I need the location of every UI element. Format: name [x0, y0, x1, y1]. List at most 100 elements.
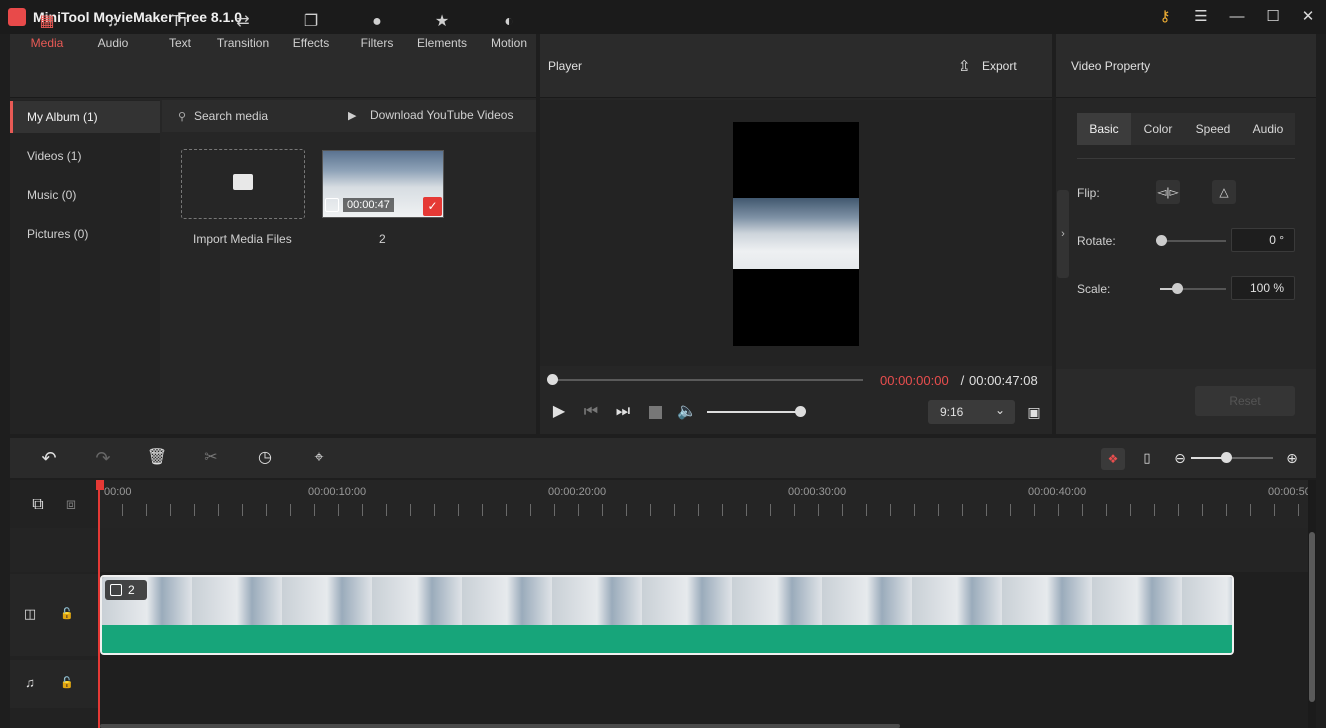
flip-label: Flip:	[1077, 186, 1100, 200]
export-button[interactable]: Export	[982, 59, 1017, 73]
scale-handle[interactable]	[1172, 283, 1183, 294]
search-input[interactable]: Search media	[194, 109, 268, 123]
redo-icon[interactable]: ↷	[91, 447, 115, 469]
clip-duration: 00:00:47	[343, 198, 394, 212]
divider	[1077, 158, 1295, 159]
sidebar-item-pictures[interactable]: Pictures (0)	[10, 218, 160, 250]
filters-icon: ●	[372, 13, 382, 30]
tab-text[interactable]: Tт Text	[155, 0, 205, 64]
text-icon: Tт	[171, 13, 189, 30]
volume-slider[interactable]	[707, 411, 801, 413]
video-frame-image	[733, 198, 859, 269]
tab-text-label: Text	[168, 36, 191, 50]
volume-icon[interactable]: 🔈	[675, 401, 699, 423]
tab-elements[interactable]: ★ Elements	[414, 0, 470, 64]
undo-icon[interactable]: ↶	[37, 447, 61, 469]
tab-effects-label: Effects	[292, 36, 330, 50]
sidebar-item-music[interactable]: Music (0)	[10, 179, 160, 211]
zoom-in-icon[interactable]: ⊕	[1280, 447, 1304, 469]
chevron-down-icon: ⌄	[995, 403, 1006, 417]
tab-elements-label: Elements	[416, 36, 468, 50]
tab-basic[interactable]: Basic	[1077, 113, 1131, 145]
video-clip[interactable]: 2	[100, 575, 1234, 655]
total-time: 00:00:47:08	[969, 373, 1038, 388]
timeline-scrollbar-thumb[interactable]	[1309, 532, 1315, 702]
flip-vertical-icon[interactable]: △	[1212, 180, 1236, 204]
rotate-label: Rotate:	[1077, 234, 1116, 248]
rotate-input[interactable]: 0 °	[1231, 228, 1295, 252]
ruler-label: 00:00	[104, 486, 132, 498]
tab-audio[interactable]: ♫ Audio	[88, 0, 138, 64]
effects-icon: ❐	[303, 13, 319, 30]
tab-transition[interactable]: ⇄ Transition	[212, 0, 274, 64]
snap-icon[interactable]: ❖	[1101, 448, 1125, 470]
speed-icon[interactable]: ◷	[253, 447, 277, 469]
download-youtube-button[interactable]: Download YouTube Videos	[370, 108, 513, 122]
rotate-handle[interactable]	[1156, 235, 1167, 246]
next-frame-button[interactable]: ⏭	[611, 401, 635, 423]
fit-timeline-icon[interactable]: ▯	[1135, 447, 1159, 469]
add-track-icon[interactable]: ⧉	[26, 494, 50, 516]
lock-icon[interactable]: 🔓	[55, 603, 79, 625]
search-icon: ⚲	[178, 111, 187, 123]
delete-icon[interactable]: 🗑	[145, 447, 169, 469]
maximize-button[interactable]: ☐	[1262, 6, 1284, 28]
menu-icon[interactable]: ☰	[1190, 6, 1212, 28]
minimize-button[interactable]: —	[1226, 6, 1248, 28]
progress-handle[interactable]	[547, 374, 558, 385]
motion-icon: ◐	[504, 13, 514, 30]
close-button[interactable]: ✕	[1297, 6, 1319, 28]
ruler-label: 00:00:20:00	[548, 486, 607, 498]
scale-input[interactable]: 100 %	[1231, 276, 1295, 300]
media-icon: ▦	[39, 13, 55, 30]
sidebar-item-my-album[interactable]: My Album (1)	[10, 101, 160, 133]
film-icon	[325, 198, 339, 212]
clip-label: 2	[128, 583, 135, 597]
sidebar-item-videos[interactable]: Videos (1)	[10, 140, 160, 172]
tab-transition-label: Transition	[216, 36, 270, 50]
time-separator: /	[957, 373, 968, 388]
tab-filters-label: Filters	[360, 36, 394, 50]
flip-horizontal-icon[interactable]: ◅|▻	[1156, 180, 1180, 204]
playhead-handle[interactable]	[96, 480, 104, 490]
split-icon[interactable]: ✂	[199, 447, 223, 469]
key-icon[interactable]: ⚷	[1154, 6, 1176, 28]
playhead[interactable]	[98, 480, 100, 728]
clip-audio-waveform	[102, 625, 1232, 653]
video-track-icon: ◫	[23, 606, 37, 621]
tab-audio-property[interactable]: Audio	[1241, 113, 1295, 145]
ruler-ticks	[98, 504, 1308, 516]
current-time: 00:00:00:00	[880, 373, 949, 388]
reset-button[interactable]: Reset	[1195, 386, 1295, 416]
horizontal-scrollbar[interactable]	[100, 724, 900, 728]
zoom-handle[interactable]	[1221, 452, 1232, 463]
zoom-out-icon[interactable]: ⊖	[1168, 447, 1192, 469]
tab-filters[interactable]: ● Filters	[352, 0, 402, 64]
tab-effects[interactable]: ❐ Effects	[286, 0, 336, 64]
player-title: Player	[548, 59, 583, 73]
panel-collapse-handle[interactable]: ›	[1057, 190, 1069, 278]
volume-handle[interactable]	[795, 406, 806, 417]
remove-track-icon[interactable]: ⧈	[59, 494, 83, 516]
scale-label: Scale:	[1077, 282, 1111, 296]
ruler-label: 00:00:10:00	[308, 486, 367, 498]
import-media-label: Import Media Files	[193, 232, 292, 246]
tab-media[interactable]: ▦ Media	[22, 0, 72, 64]
tab-color[interactable]: Color	[1131, 113, 1185, 145]
clip-frames	[102, 577, 1232, 625]
player-header	[540, 34, 1052, 98]
folder-icon	[233, 174, 253, 190]
play-button[interactable]: ▶	[547, 401, 571, 423]
crop-icon[interactable]: ⌖	[307, 447, 331, 469]
empty-track	[10, 528, 1308, 572]
fullscreen-icon[interactable]: ▣	[1022, 401, 1046, 423]
stop-button[interactable]	[649, 406, 662, 419]
lock-icon[interactable]: 🔓	[55, 672, 79, 694]
rotate-slider[interactable]	[1160, 240, 1226, 242]
youtube-icon: ▶	[348, 110, 357, 122]
checkmark-icon[interactable]: ✓	[423, 197, 442, 216]
tab-speed[interactable]: Speed	[1185, 113, 1241, 145]
progress-track[interactable]	[552, 379, 863, 381]
previous-frame-button[interactable]: ⏮	[579, 401, 603, 423]
tab-motion[interactable]: ◐ Motion	[484, 0, 534, 64]
